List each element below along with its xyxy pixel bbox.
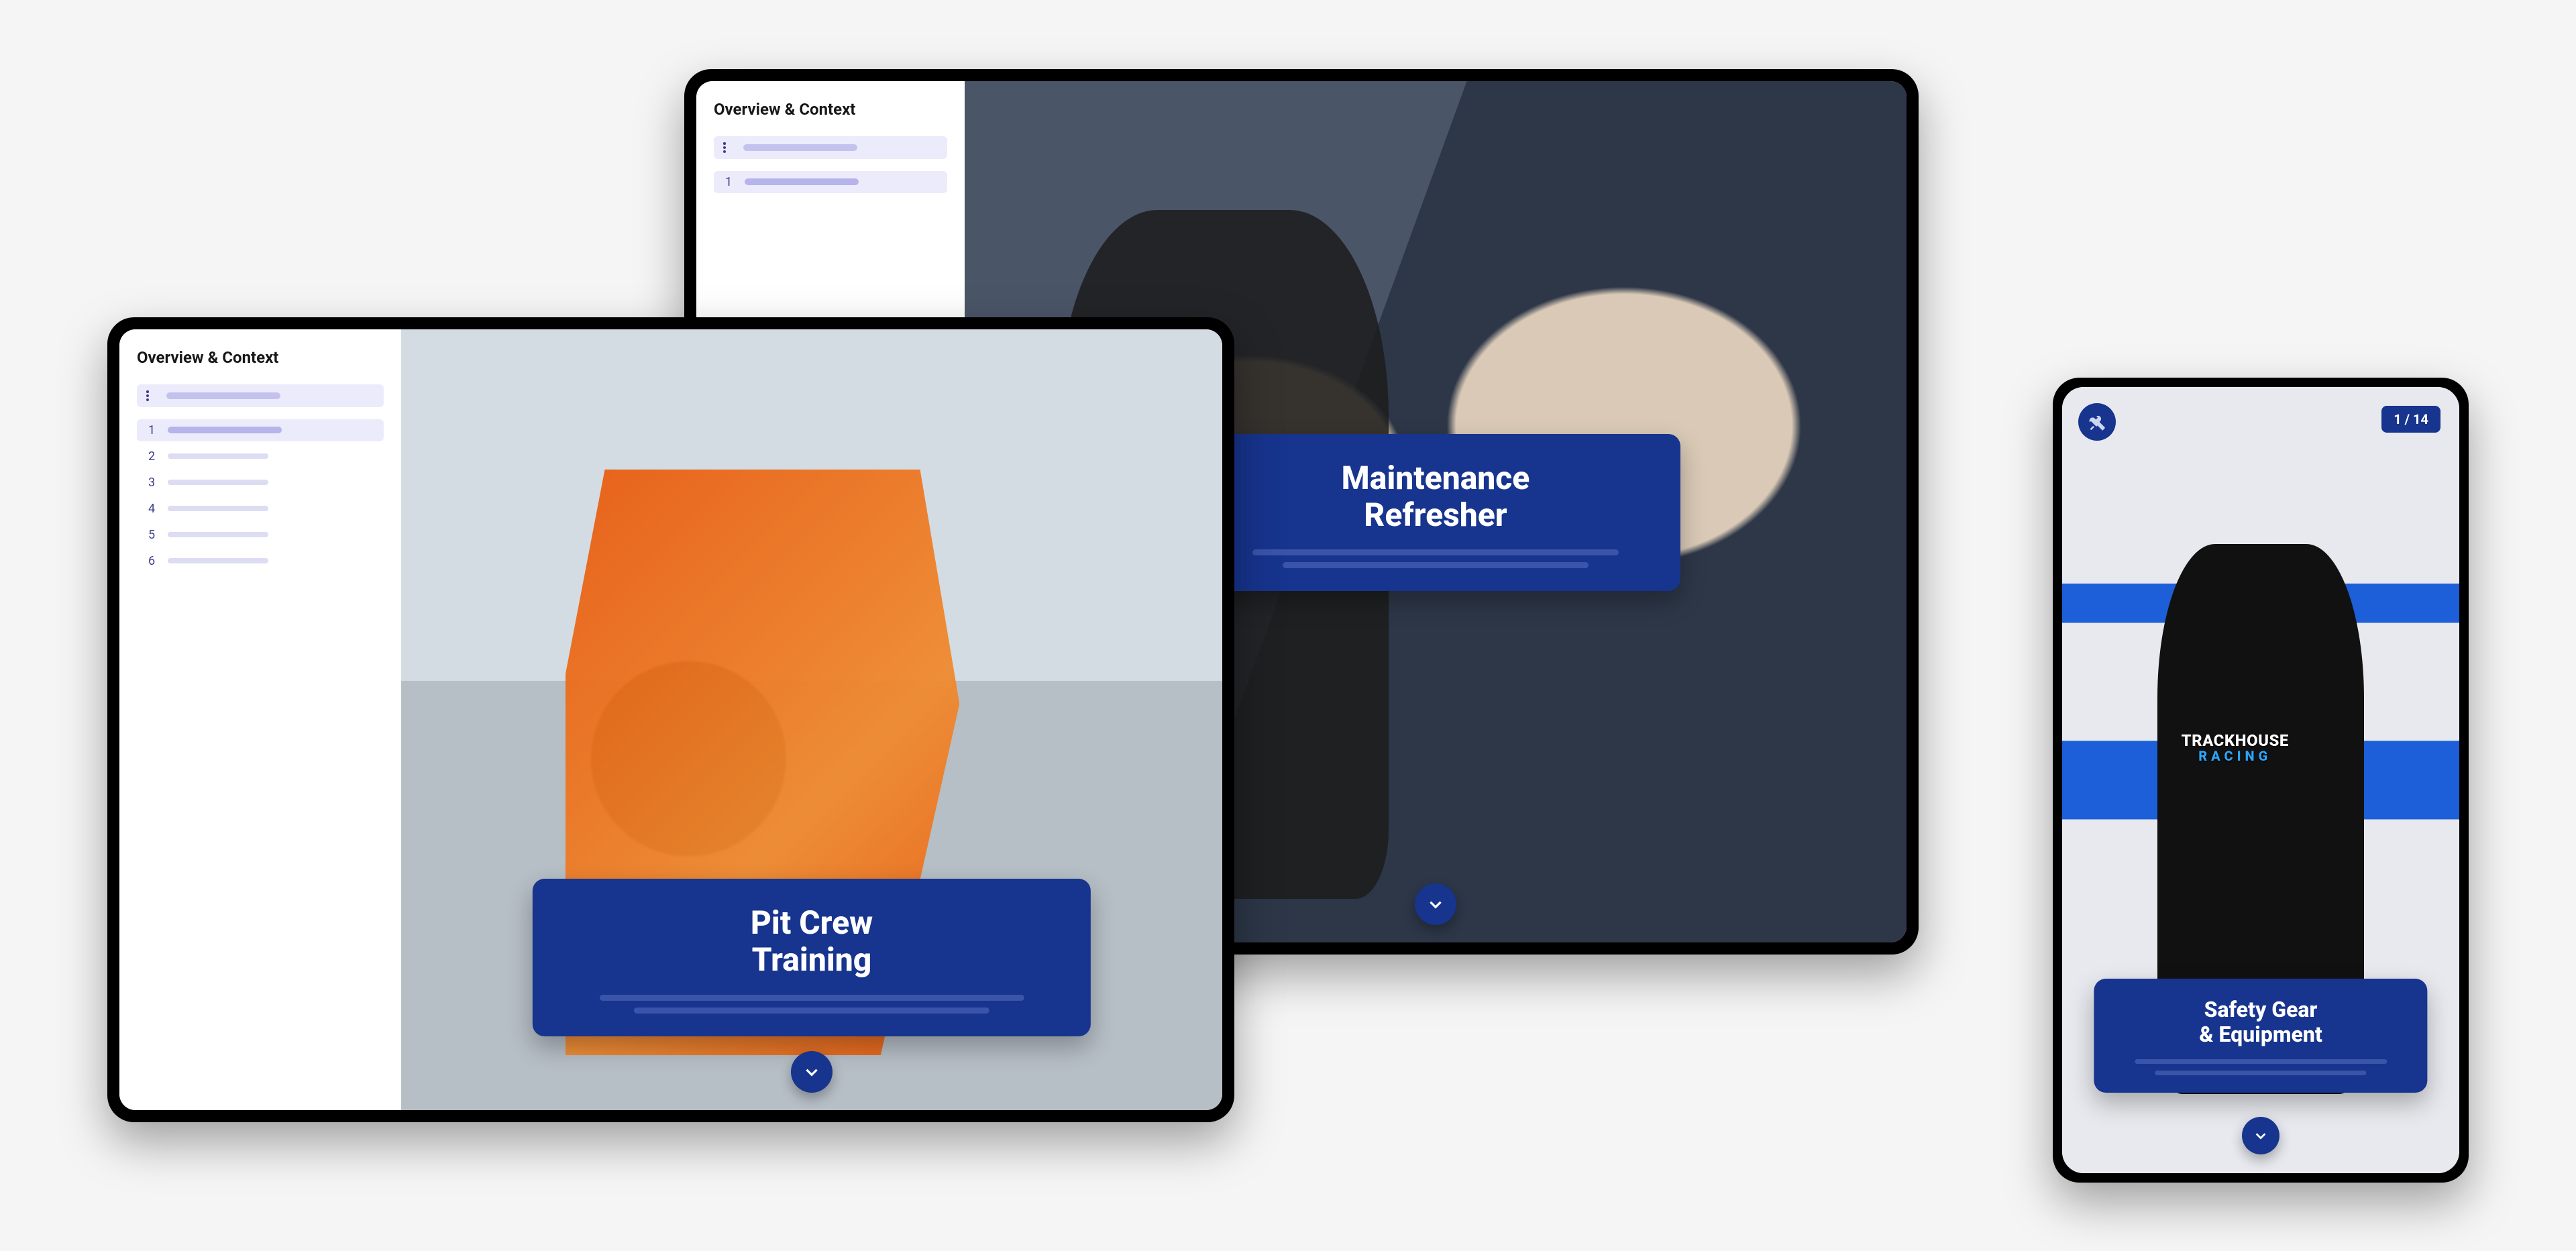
tablet-front-screen: Overview & Context 1 2 3 — [119, 329, 1222, 1110]
scroll-down-button[interactable] — [1415, 883, 1456, 925]
nav-item-6[interactable]: 6 — [137, 550, 384, 572]
nav-item-4[interactable]: 4 — [137, 498, 384, 520]
shirt-text-bottom: RACING — [2182, 749, 2289, 763]
skeleton-line — [2155, 1071, 2367, 1075]
nav-item-number: 4 — [146, 502, 157, 516]
tools-icon-badge — [2078, 403, 2116, 441]
skeleton-line — [2135, 1059, 2387, 1064]
list-icon — [723, 142, 734, 153]
course-title-card: Safety Gear & Equipment — [2094, 979, 2427, 1093]
course-title-line1: Maintenance — [1342, 459, 1530, 497]
skeleton-line — [168, 480, 268, 485]
course-title-line2: & Equipment — [2199, 1022, 2322, 1047]
content-hero: Pit Crew Training — [401, 329, 1222, 1110]
chevron-down-icon — [1427, 895, 1444, 913]
nav-item-number: 2 — [146, 449, 157, 464]
chevron-down-icon — [2253, 1128, 2268, 1143]
nav-item-number: 1 — [146, 423, 157, 437]
skeleton-line — [743, 144, 857, 151]
course-subtitle-skeleton — [565, 995, 1059, 1014]
course-title-line1: Pit Crew — [751, 904, 873, 942]
scroll-down-button[interactable] — [791, 1051, 833, 1093]
skeleton-line — [168, 453, 268, 459]
shirt-text-top: TRACKHOUSE — [2182, 732, 2289, 749]
nav-item-3[interactable]: 3 — [137, 472, 384, 494]
sidebar-title: Overview & Context — [714, 100, 947, 119]
sidebar: Overview & Context 1 2 3 — [119, 329, 401, 1110]
course-title: Maintenance Refresher — [1223, 459, 1648, 533]
sidebar-section-header[interactable] — [714, 136, 947, 159]
sidebar-footer — [137, 1083, 384, 1091]
tablet-front-device: Overview & Context 1 2 3 — [107, 317, 1234, 1122]
sidebar-title: Overview & Context — [137, 348, 384, 367]
page-indicator: 1 / 14 — [2381, 406, 2440, 433]
skeleton-line — [634, 1008, 989, 1014]
course-title-line2: Training — [752, 940, 872, 979]
course-title: Pit Crew Training — [565, 904, 1059, 978]
scroll-down-button[interactable] — [2242, 1117, 2279, 1154]
skeleton-line — [168, 427, 282, 433]
course-subtitle-skeleton — [1223, 549, 1648, 568]
course-title-card: Maintenance Refresher — [1191, 434, 1680, 591]
nav-item-number: 3 — [146, 476, 157, 490]
skeleton-line — [1283, 562, 1589, 568]
course-subtitle-skeleton — [2114, 1059, 2407, 1075]
skeleton-line — [599, 995, 1024, 1001]
chevron-down-icon — [803, 1063, 820, 1081]
nav-item-1[interactable]: 1 — [137, 419, 384, 441]
skeleton-line — [168, 532, 268, 537]
nav-item-number: 6 — [146, 554, 157, 568]
nav-item-number: 1 — [723, 175, 734, 189]
shirt-graphic-text: TRACKHOUSE RACING — [2182, 732, 2289, 763]
sidebar-section-header[interactable] — [137, 384, 384, 407]
course-title-card: Pit Crew Training — [533, 879, 1091, 1036]
course-title: Safety Gear & Equipment — [2114, 997, 2407, 1047]
skeleton-line — [166, 392, 280, 399]
nav-item-1[interactable]: 1 — [714, 171, 947, 193]
nav-item-2[interactable]: 2 — [137, 445, 384, 468]
course-title-line2: Refresher — [1364, 496, 1507, 534]
phone-screen: TRACKHOUSE RACING 1 / 14 Safety Gear & E… — [2062, 387, 2459, 1173]
skeleton-line — [168, 558, 268, 563]
phone-device: TRACKHOUSE RACING 1 / 14 Safety Gear & E… — [2053, 378, 2469, 1183]
nav-item-number: 5 — [146, 528, 157, 542]
skeleton-line — [745, 178, 859, 185]
skeleton-line — [1252, 549, 1618, 555]
course-title-line1: Safety Gear — [2204, 997, 2318, 1022]
skeleton-line — [168, 506, 268, 511]
nav-item-5[interactable]: 5 — [137, 524, 384, 546]
tools-icon — [2088, 413, 2106, 431]
list-icon — [146, 390, 157, 401]
